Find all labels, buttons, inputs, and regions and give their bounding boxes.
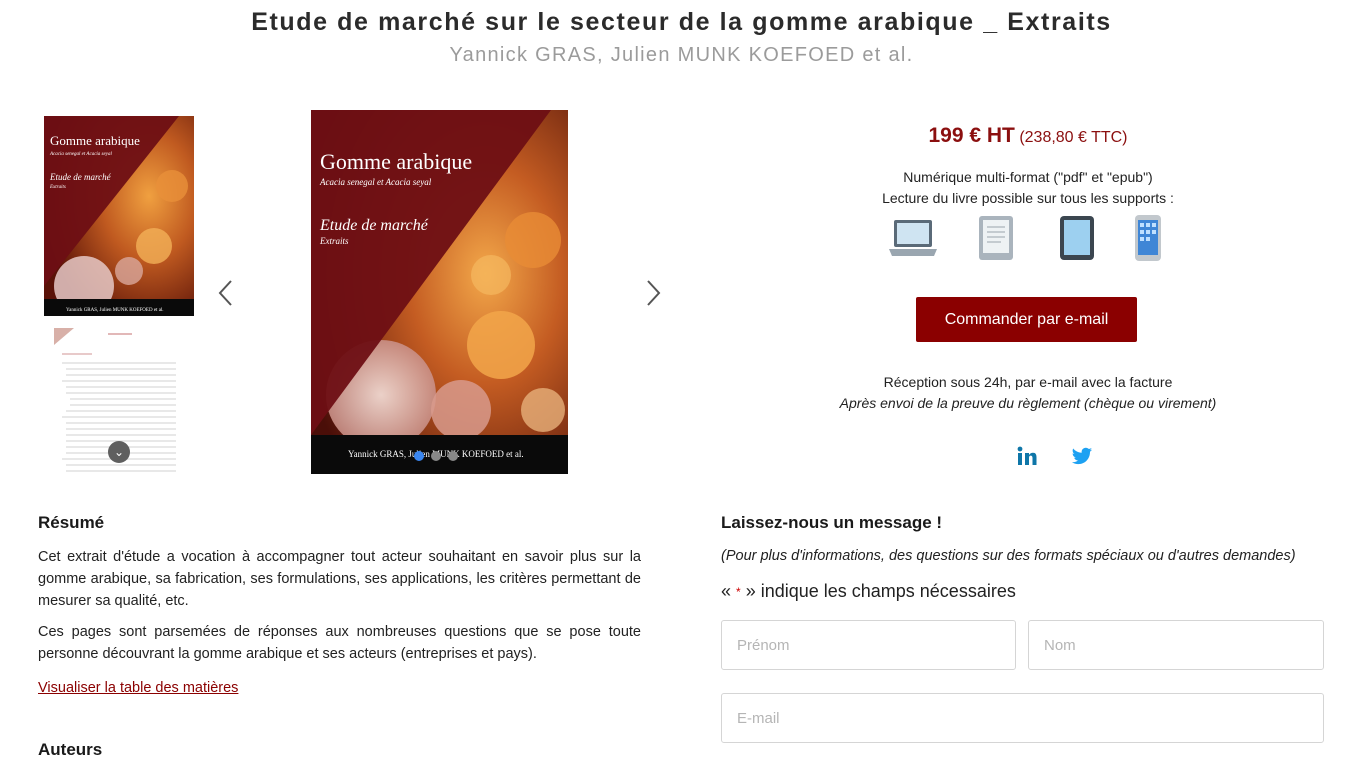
tablet-icon <box>1060 216 1094 260</box>
contact-heading: Laissez-nous un message ! <box>721 513 943 532</box>
page-authors: Yannick GRAS, Julien MUNK KOEFOED et al. <box>449 44 914 66</box>
carousel-dot-1[interactable] <box>414 451 424 461</box>
required-fields-note: « * » indique les champs nécessaires <box>721 581 1016 602</box>
carousel-next-button[interactable] <box>643 278 663 308</box>
thumbnails-scroll-down-button[interactable]: ⌄ <box>108 441 130 463</box>
format-line: Numérique multi-format ("pdf" et "epub") <box>903 169 1153 185</box>
thumbnail-cover[interactable]: Gomme arabique Acacia senegal et Acacia … <box>44 116 194 316</box>
carousel-dot-2[interactable] <box>431 451 441 461</box>
contact-note: (Pour plus d'informations, des questions… <box>721 548 1296 564</box>
main-cover-image: Gomme arabique Acacia senegal et Acacia … <box>311 110 568 474</box>
cover-subtitle: Acacia senegal et Acacia seyal <box>319 177 432 187</box>
ereader-icon <box>979 216 1013 260</box>
smartphone-icon <box>1135 215 1161 261</box>
support-line: Lecture du livre possible sur tous les s… <box>882 190 1174 206</box>
page-title: Etude de marché sur le secteur de la gom… <box>251 8 1112 36</box>
chevron-left-icon <box>218 280 232 306</box>
cover-title: Gomme arabique <box>320 149 472 174</box>
cover-thumbnail-image: Gomme arabique Acacia senegal et Acacia … <box>44 116 194 316</box>
view-toc-link[interactable]: Visualiser la table des matières <box>38 680 238 696</box>
lastname-field[interactable] <box>1028 620 1324 670</box>
cover-extract: Extraits <box>319 236 349 246</box>
authors-heading: Auteurs <box>38 740 103 759</box>
carousel-dot-3[interactable] <box>448 451 458 461</box>
price: 199 € HT (238,80 € TTC) <box>870 124 1186 148</box>
payment-line: Après envoi de la preuve du règlement (c… <box>839 395 1217 411</box>
required-text: » indique les champs nécessaires <box>745 581 1016 601</box>
thumb-cover-authors: Yannick GRAS, Julien MUNK KOEFOED et al. <box>66 308 164 313</box>
required-open-quote: « <box>721 581 732 601</box>
summary-heading: Résumé <box>38 513 105 532</box>
reception-line: Réception sous 24h, par e-mail avec la f… <box>883 374 1173 390</box>
twitter-icon[interactable] <box>1071 445 1093 467</box>
summary-paragraph-2: Ces pages sont parsemées de réponses aux… <box>38 624 641 662</box>
thumb-cover-extract: Extraits <box>49 185 66 190</box>
required-star: * <box>736 585 741 600</box>
firstname-field[interactable] <box>721 620 1016 670</box>
carousel-prev-button[interactable] <box>216 278 236 308</box>
price-ttc: (238,80 € TTC) <box>1019 129 1128 146</box>
laptop-icon <box>889 220 937 256</box>
email-field[interactable] <box>721 693 1324 743</box>
order-by-email-button[interactable]: Commander par e-mail <box>916 297 1137 342</box>
cover-study: Etude de marché <box>319 217 429 234</box>
chevron-right-icon <box>647 280 661 306</box>
carousel-dots <box>414 451 458 461</box>
summary-paragraph-1: Cet extrait d'étude a vocation à accompa… <box>38 549 641 609</box>
thumb-cover-title: Gomme arabique <box>50 133 140 148</box>
thumb-cover-study: Etude de marché <box>49 172 112 182</box>
linkedin-icon[interactable] <box>1016 445 1038 467</box>
price-ht: 199 € HT <box>928 124 1015 147</box>
chevron-down-icon: ⌄ <box>113 445 125 459</box>
thumb-cover-subtitle: Acacia senegal et Acacia seyal <box>49 152 112 157</box>
